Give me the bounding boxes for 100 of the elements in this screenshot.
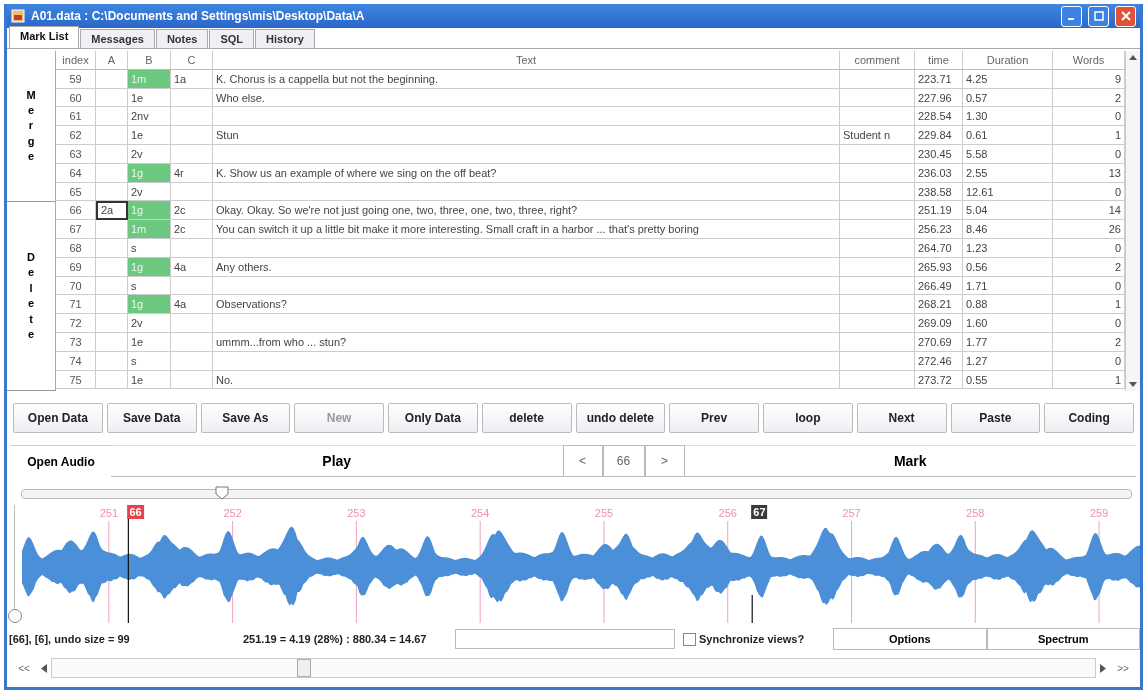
checkbox[interactable] bbox=[683, 632, 696, 646]
status-button[interactable]: Spectrum bbox=[986, 628, 1140, 650]
column-header[interactable]: Duration bbox=[963, 51, 1053, 70]
table-cell: 5.58 bbox=[963, 145, 1053, 164]
next-button[interactable]: > bbox=[644, 445, 685, 477]
column-header[interactable]: time bbox=[915, 51, 963, 70]
table-cell: Okay. Okay. So we're not just going one, two, three, one, two, three, right? bbox=[213, 201, 840, 221]
position-slider[interactable] bbox=[21, 489, 1132, 499]
table-cell: 236.03 bbox=[915, 163, 963, 183]
table-cell: 71 bbox=[56, 295, 96, 315]
table-cell bbox=[171, 182, 213, 202]
table-cell: 270.69 bbox=[915, 332, 963, 352]
table-cell bbox=[171, 370, 213, 390]
tick-label: 255 bbox=[594, 507, 614, 519]
table-cell: 1.30 bbox=[963, 107, 1053, 127]
table-cell bbox=[171, 332, 213, 352]
close-icon[interactable] bbox=[1115, 5, 1136, 27]
table-cell bbox=[171, 145, 213, 164]
mark-button[interactable]: Mark bbox=[684, 445, 1136, 477]
table-cell: 230.45 bbox=[915, 145, 963, 164]
toolbar-button[interactable]: Save Data bbox=[106, 403, 197, 433]
scroll-left-icon[interactable] bbox=[41, 663, 47, 673]
table-cell: 272.46 bbox=[915, 351, 963, 371]
minimize-icon[interactable] bbox=[1061, 5, 1082, 27]
table-cell: 0.88 bbox=[963, 295, 1053, 315]
table-cell: 74 bbox=[56, 351, 96, 371]
table-cell: 65 bbox=[56, 182, 96, 202]
tab[interactable]: History bbox=[255, 29, 315, 48]
tab[interactable]: SQL bbox=[209, 29, 255, 48]
scrollbar-thumb[interactable] bbox=[297, 659, 311, 677]
table-cell: ummm...from who ... stun? bbox=[213, 332, 840, 352]
table-cell: 66 bbox=[56, 201, 96, 221]
column-header[interactable]: A bbox=[96, 51, 128, 70]
tab[interactable]: Mark List bbox=[9, 26, 80, 48]
toolbar-button[interactable]: Coding bbox=[1044, 403, 1134, 433]
table-cell: 2v bbox=[128, 314, 171, 333]
column-header[interactable]: Text bbox=[213, 51, 840, 70]
scrollbar-track[interactable] bbox=[51, 658, 1096, 678]
table-cell: 12.61 bbox=[963, 182, 1053, 202]
table-cell: No. bbox=[213, 370, 840, 390]
tab[interactable]: Messages bbox=[80, 29, 155, 48]
table-cell bbox=[171, 88, 213, 108]
table-cell: 1e bbox=[128, 88, 171, 108]
marker-label[interactable]: 66 bbox=[127, 505, 144, 519]
play-button[interactable]: Play bbox=[111, 445, 563, 477]
table-cell: 63 bbox=[56, 145, 96, 164]
toolbar-button[interactable]: loop bbox=[763, 403, 853, 433]
scroll-right-icon[interactable] bbox=[1100, 663, 1106, 673]
column-header[interactable]: index bbox=[56, 51, 96, 70]
toolbar-button[interactable]: Prev bbox=[669, 403, 759, 433]
toolbar-button[interactable]: Next bbox=[856, 403, 947, 433]
table-cell: 228.54 bbox=[915, 107, 963, 127]
table-cell: 2a bbox=[96, 201, 128, 221]
toolbar-button[interactable]: undo delete bbox=[575, 403, 666, 433]
table-cell: Student n bbox=[840, 126, 915, 145]
table-cell: 264.70 bbox=[915, 238, 963, 258]
toolbar-button[interactable]: Save As bbox=[200, 403, 291, 433]
table-cell: 8.46 bbox=[963, 220, 1053, 239]
table-cell: 0.55 bbox=[963, 370, 1053, 390]
toolbar-button[interactable]: Paste bbox=[950, 403, 1041, 433]
table-cell bbox=[171, 126, 213, 145]
scroll-down-icon[interactable] bbox=[1129, 382, 1137, 387]
scroll-up-icon[interactable] bbox=[1129, 55, 1137, 60]
table-cell: Any others. bbox=[213, 257, 840, 277]
tick-label: 256 bbox=[718, 507, 737, 519]
table-cell bbox=[171, 351, 213, 371]
marker-label[interactable]: 67 bbox=[751, 505, 768, 519]
table-cell: 223.71 bbox=[915, 69, 963, 89]
table-cell: 238.58 bbox=[915, 182, 963, 202]
table-cell: 70 bbox=[56, 276, 96, 296]
input-field[interactable] bbox=[455, 629, 675, 649]
table-cell: 67 bbox=[56, 220, 96, 239]
table-cell: 1.23 bbox=[963, 238, 1053, 258]
previous-button[interactable]: < bbox=[562, 445, 603, 477]
maximize-icon[interactable] bbox=[1088, 5, 1109, 27]
table-cell: 68 bbox=[56, 238, 96, 258]
table-cell: 265.93 bbox=[915, 257, 963, 277]
tab[interactable]: Notes bbox=[155, 29, 209, 48]
column-header[interactable]: B bbox=[128, 51, 171, 70]
table-cell: s bbox=[128, 351, 171, 371]
tick-label: 257 bbox=[842, 507, 861, 519]
table-cell: 0.61 bbox=[963, 126, 1053, 145]
toolbar-button[interactable]: Open Data bbox=[13, 403, 103, 433]
toolbar-button[interactable]: delete bbox=[481, 403, 572, 433]
slider-thumb[interactable] bbox=[8, 609, 22, 623]
tick-label: 259 bbox=[1089, 507, 1109, 519]
slider-thumb[interactable] bbox=[214, 486, 229, 500]
tick-label: 253 bbox=[347, 507, 366, 519]
checkbox-label: Synchronize views? bbox=[699, 633, 805, 645]
table-cell: 251.19 bbox=[915, 201, 963, 221]
gain-slider[interactable] bbox=[8, 505, 22, 623]
table-cell: 2c bbox=[171, 220, 213, 239]
table-cell: 229.84 bbox=[915, 126, 963, 145]
toolbar-button[interactable]: Only Data bbox=[388, 403, 478, 433]
status-button[interactable]: Options bbox=[833, 628, 987, 650]
column-header[interactable]: C bbox=[171, 51, 213, 70]
column-header[interactable]: comment bbox=[840, 51, 915, 70]
table-cell: 60 bbox=[56, 88, 96, 108]
table-cell: 62 bbox=[56, 126, 96, 145]
table-cell: 256.23 bbox=[915, 220, 963, 239]
